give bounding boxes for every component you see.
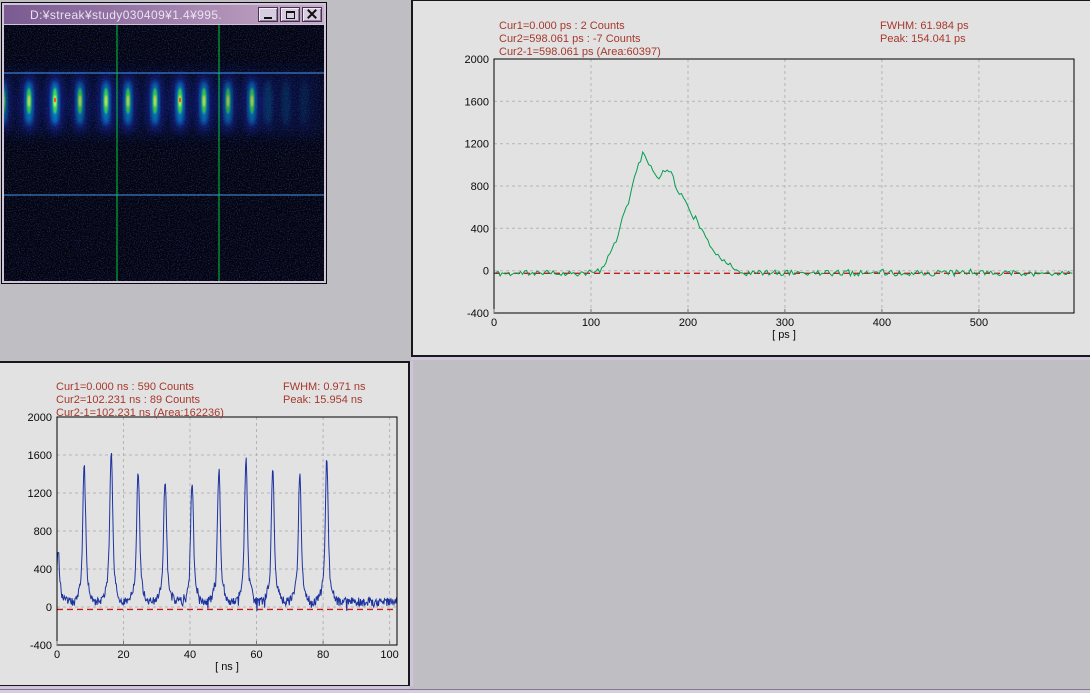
fwhm-readout-ns: FWHM: 0.971 ns — [283, 381, 366, 393]
svg-text:0: 0 — [483, 266, 489, 278]
cursor1-readout-ps: Cur1=0.000 ps : 2 Counts — [499, 20, 625, 32]
svg-text:1600: 1600 — [465, 96, 489, 108]
peak-readout-ns: Peak: 15.954 ns — [283, 394, 363, 406]
minimize-icon — [264, 17, 272, 19]
svg-text:-400: -400 — [467, 308, 489, 320]
svg-text:100: 100 — [582, 317, 600, 329]
svg-text:100: 100 — [380, 649, 398, 661]
svg-text:[ ps ]: [ ps ] — [772, 329, 796, 341]
ps-profile-panel: 2000 1600 1200 800 400 0 -400 0 100 200 300 400 500[… — [411, 0, 1090, 357]
svg-text:1600: 1600 — [28, 450, 52, 462]
window-buttons — [258, 7, 322, 22]
minimize-button[interactable] — [258, 7, 278, 22]
svg-text:2000: 2000 — [465, 54, 489, 66]
svg-text:40: 40 — [184, 649, 196, 661]
peak-readout-ps: Peak: 154.041 ps — [880, 33, 966, 45]
cursor-delta-readout-ps: Cur2-1=598.061 ps (Area:60397) — [499, 46, 661, 58]
svg-text:200: 200 — [679, 317, 697, 329]
svg-text:400: 400 — [873, 317, 891, 329]
fwhm-readout-ps: FWHM: 61.984 ps — [880, 20, 969, 32]
streak-image-canvas — [4, 25, 324, 281]
cursor2-readout-ps: Cur2=598.061 ps : -7 Counts — [499, 33, 641, 45]
maximize-button[interactable] — [280, 7, 300, 22]
bottom-window-edge — [0, 689, 1090, 693]
svg-text:400: 400 — [34, 564, 52, 576]
svg-text:0: 0 — [46, 602, 52, 614]
window-titlebar[interactable]: D:¥streak¥study030409¥1.4¥995. — [4, 5, 324, 24]
maximize-icon — [285, 11, 295, 19]
close-button[interactable] — [302, 7, 322, 22]
svg-text:1200: 1200 — [28, 488, 52, 500]
svg-text:500: 500 — [970, 317, 988, 329]
ns-profile-panel: 2000 1600 1200 800 400 0 -400 0 20 40 60 80 100[ ns … — [0, 361, 410, 686]
svg-text:[ ns ]: [ ns ] — [215, 661, 239, 673]
streak-image[interactable] — [4, 25, 324, 281]
cursor1-readout-ns: Cur1=0.000 ns : 590 Counts — [56, 381, 194, 393]
desktop: 2000 1600 1200 800 400 0 -400 0 100 200 300 400 500[… — [0, 0, 1090, 693]
streak-image-window: D:¥streak¥study030409¥1.4¥995. — [1, 2, 327, 284]
svg-text:400: 400 — [471, 223, 489, 235]
svg-text:800: 800 — [34, 526, 52, 538]
svg-text:2000: 2000 — [28, 412, 52, 424]
svg-text:20: 20 — [117, 649, 129, 661]
svg-text:0: 0 — [54, 649, 60, 661]
window-title: D:¥streak¥study030409¥1.4¥995. — [30, 7, 223, 22]
svg-text:300: 300 — [776, 317, 794, 329]
svg-text:80: 80 — [317, 649, 329, 661]
cursor-delta-readout-ns: Cur2-1=102.231 ns (Area:162236) — [56, 407, 224, 419]
cursor2-readout-ns: Cur2=102.231 ns : 89 Counts — [56, 394, 201, 406]
svg-text:-400: -400 — [30, 640, 52, 652]
svg-text:0: 0 — [491, 317, 497, 329]
close-icon — [307, 10, 317, 19]
svg-text:1200: 1200 — [465, 139, 489, 151]
svg-text:800: 800 — [471, 181, 489, 193]
svg-text:60: 60 — [250, 649, 262, 661]
